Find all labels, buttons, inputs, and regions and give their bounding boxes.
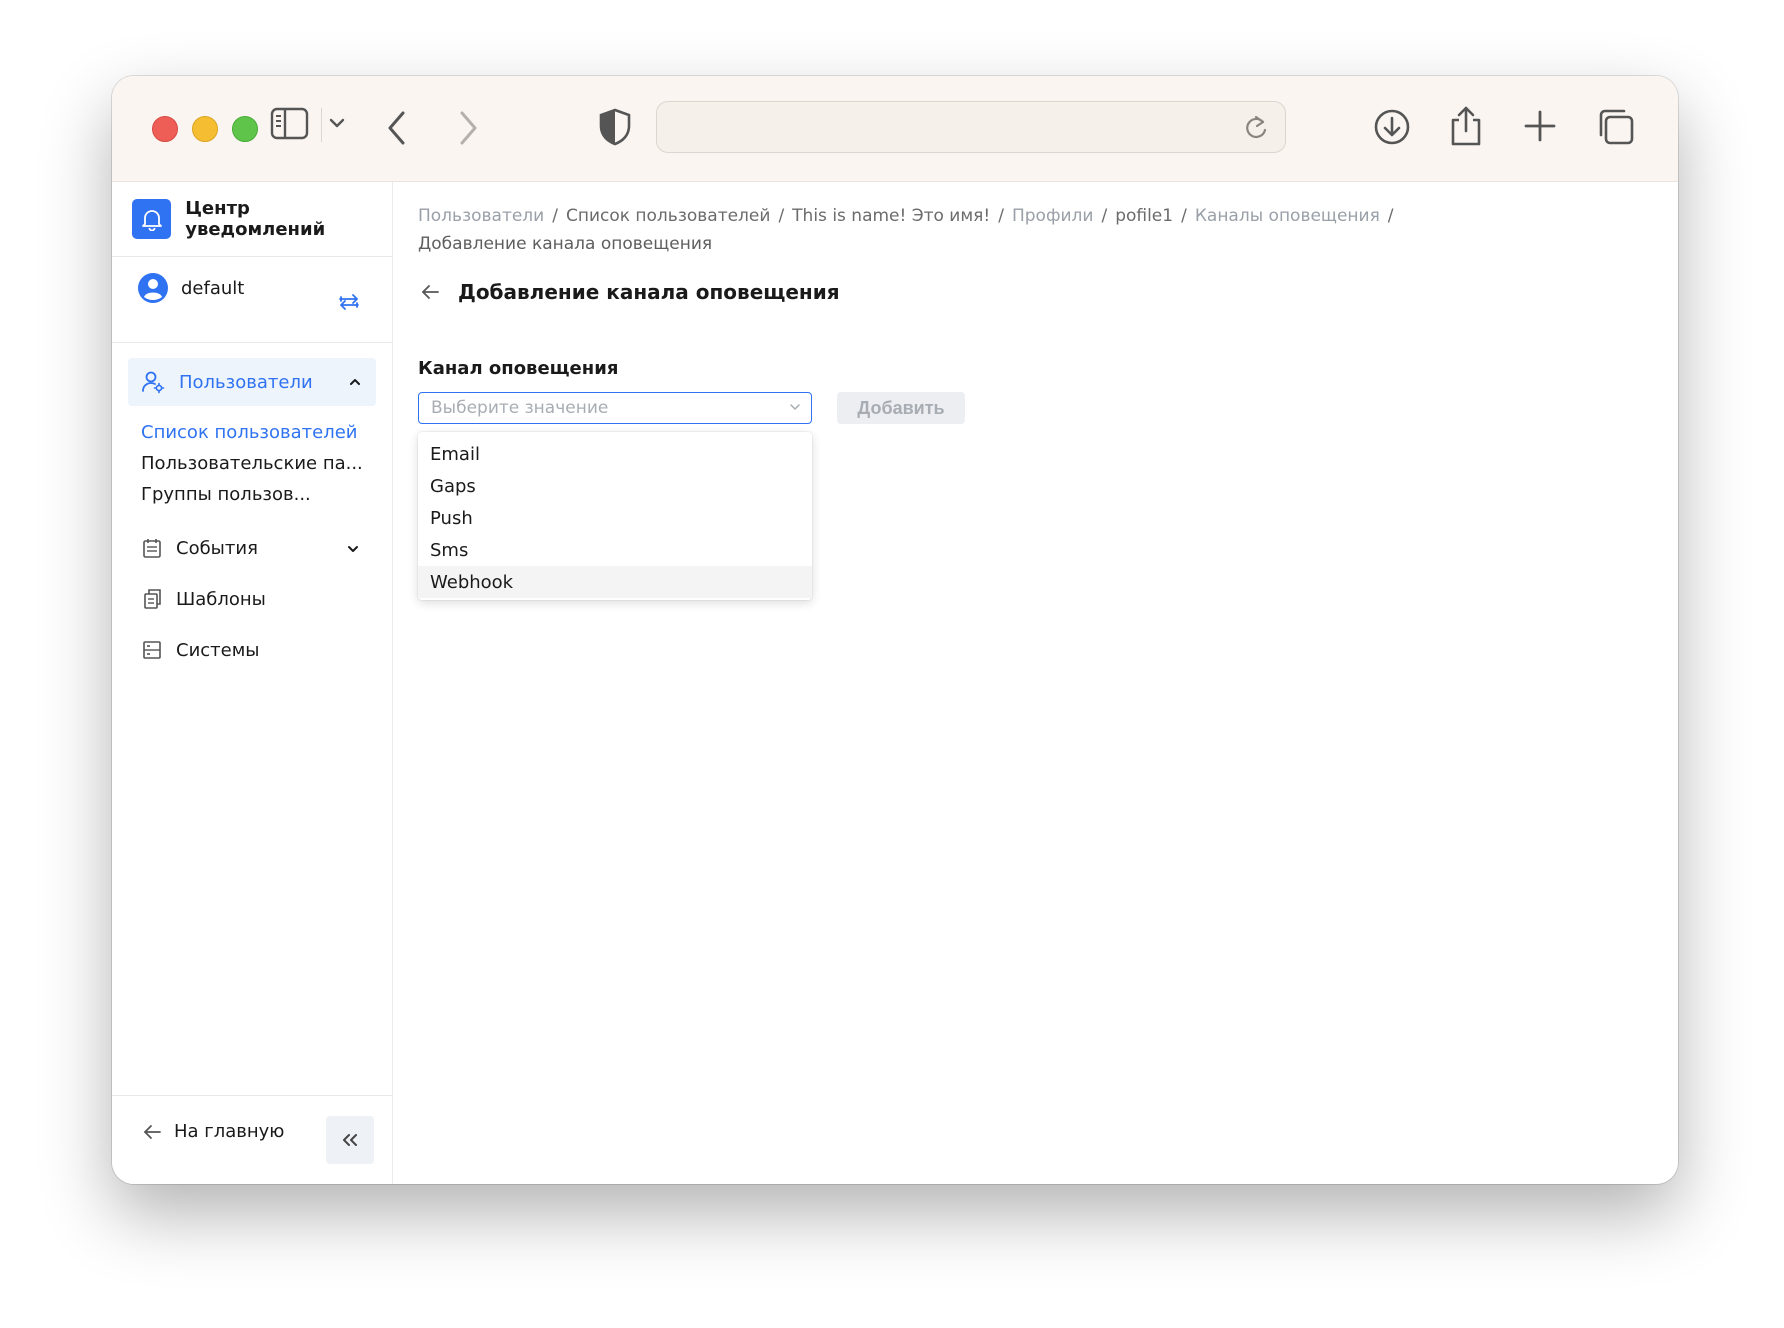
- breadcrumb-current: Добавление канала оповещения: [418, 234, 713, 254]
- user-avatar-icon: [138, 273, 168, 303]
- forward-arrow-icon[interactable]: [456, 108, 480, 148]
- chevron-down-icon[interactable]: [328, 116, 346, 130]
- app-title: Центр уведомлений: [185, 198, 326, 240]
- breadcrumb-item[interactable]: This is name! Это имя!: [792, 206, 990, 226]
- browser-toolbar: [112, 76, 1678, 182]
- sidebar-item-templates-label: Шаблоны: [176, 588, 266, 610]
- toolbar-divider: [321, 108, 322, 142]
- switch-account-icon[interactable]: [338, 292, 360, 312]
- chevron-up-icon[interactable]: [348, 376, 362, 388]
- account-name: default: [181, 277, 245, 299]
- sidebar-item-templates[interactable]: Шаблоны: [142, 584, 266, 614]
- copy-icon: [144, 589, 161, 609]
- back-arrow-icon[interactable]: [385, 108, 409, 148]
- browser-window: Центр уведомлений default Пользователи С…: [112, 76, 1678, 1184]
- sidebar-item-systems-label: Системы: [176, 639, 260, 661]
- sidebar-item-user-params[interactable]: Пользовательские па...: [141, 453, 363, 474]
- user-settings-icon: [142, 371, 165, 394]
- sidebar-toggle-icon[interactable]: [270, 106, 310, 142]
- chevron-down-icon[interactable]: [346, 543, 360, 555]
- tab-overview-icon[interactable]: [1596, 107, 1636, 147]
- option-sms[interactable]: Sms: [418, 534, 812, 566]
- chevron-down-icon: [790, 404, 800, 410]
- close-window-button[interactable]: [152, 116, 178, 142]
- shield-icon[interactable]: [598, 107, 632, 147]
- bell-icon: [132, 199, 172, 239]
- page-title: Добавление канала оповещения: [458, 280, 840, 304]
- page-header: Добавление канала оповещения: [420, 280, 840, 304]
- sidebar-divider: [112, 1095, 392, 1096]
- option-push[interactable]: Push: [418, 502, 812, 534]
- minimize-window-button[interactable]: [192, 116, 218, 142]
- channel-select-placeholder: Выберите значение: [431, 398, 609, 418]
- download-icon[interactable]: [1372, 107, 1412, 147]
- option-webhook[interactable]: Webhook: [418, 566, 812, 598]
- channel-select[interactable]: Выберите значение: [418, 392, 812, 424]
- add-button[interactable]: Добавить: [837, 392, 965, 424]
- new-tab-icon[interactable]: [1523, 109, 1557, 143]
- nav-users[interactable]: Пользователи: [128, 358, 376, 406]
- main-content: Пользователи / Список пользователей / This i…: [393, 182, 1678, 1184]
- sidebar: Центр уведомлений default Пользователи С…: [112, 182, 393, 1184]
- nav-users-label: Пользователи: [179, 371, 313, 393]
- zoom-window-button[interactable]: [232, 116, 258, 142]
- list-icon: [143, 641, 161, 659]
- breadcrumb: Пользователи / Список пользователей / This i…: [418, 206, 1394, 254]
- sidebar-item-user-list[interactable]: Список пользователей: [141, 422, 358, 443]
- channel-field-label: Канал оповещения: [418, 358, 619, 379]
- back-arrow-icon[interactable]: [420, 283, 440, 301]
- account[interactable]: default: [137, 272, 244, 304]
- home-link-label: На главную: [174, 1121, 285, 1142]
- address-bar[interactable]: [656, 101, 1286, 153]
- option-email[interactable]: Email: [418, 438, 812, 470]
- channel-dropdown: Email Gaps Push Sms Webhook: [418, 432, 812, 600]
- sidebar-item-events-label: События: [176, 537, 258, 559]
- breadcrumb-item[interactable]: Профили: [1012, 206, 1093, 226]
- sidebar-item-systems[interactable]: Системы: [142, 635, 260, 665]
- sidebar-item-events[interactable]: События: [142, 533, 362, 563]
- breadcrumb-item[interactable]: Каналы оповещения: [1195, 206, 1380, 226]
- sidebar-divider: [112, 342, 392, 343]
- home-link[interactable]: На главную: [142, 1121, 284, 1142]
- calendar-icon: [143, 539, 161, 558]
- collapse-sidebar-button[interactable]: [326, 1116, 374, 1164]
- double-chevron-left-icon: [343, 1134, 357, 1146]
- share-icon[interactable]: [1448, 104, 1484, 148]
- sidebar-item-user-groups[interactable]: Группы пользов...: [141, 484, 311, 505]
- breadcrumb-item[interactable]: Список пользователей: [566, 206, 770, 226]
- sidebar-divider: [112, 256, 392, 257]
- brand[interactable]: Центр уведомлений: [132, 198, 392, 240]
- reload-icon[interactable]: [1243, 114, 1269, 142]
- breadcrumb-item[interactable]: pofile1: [1115, 206, 1173, 226]
- breadcrumb-item[interactable]: Пользователи: [418, 206, 544, 226]
- option-gaps[interactable]: Gaps: [418, 470, 812, 502]
- arrow-left-icon: [144, 1124, 161, 1139]
